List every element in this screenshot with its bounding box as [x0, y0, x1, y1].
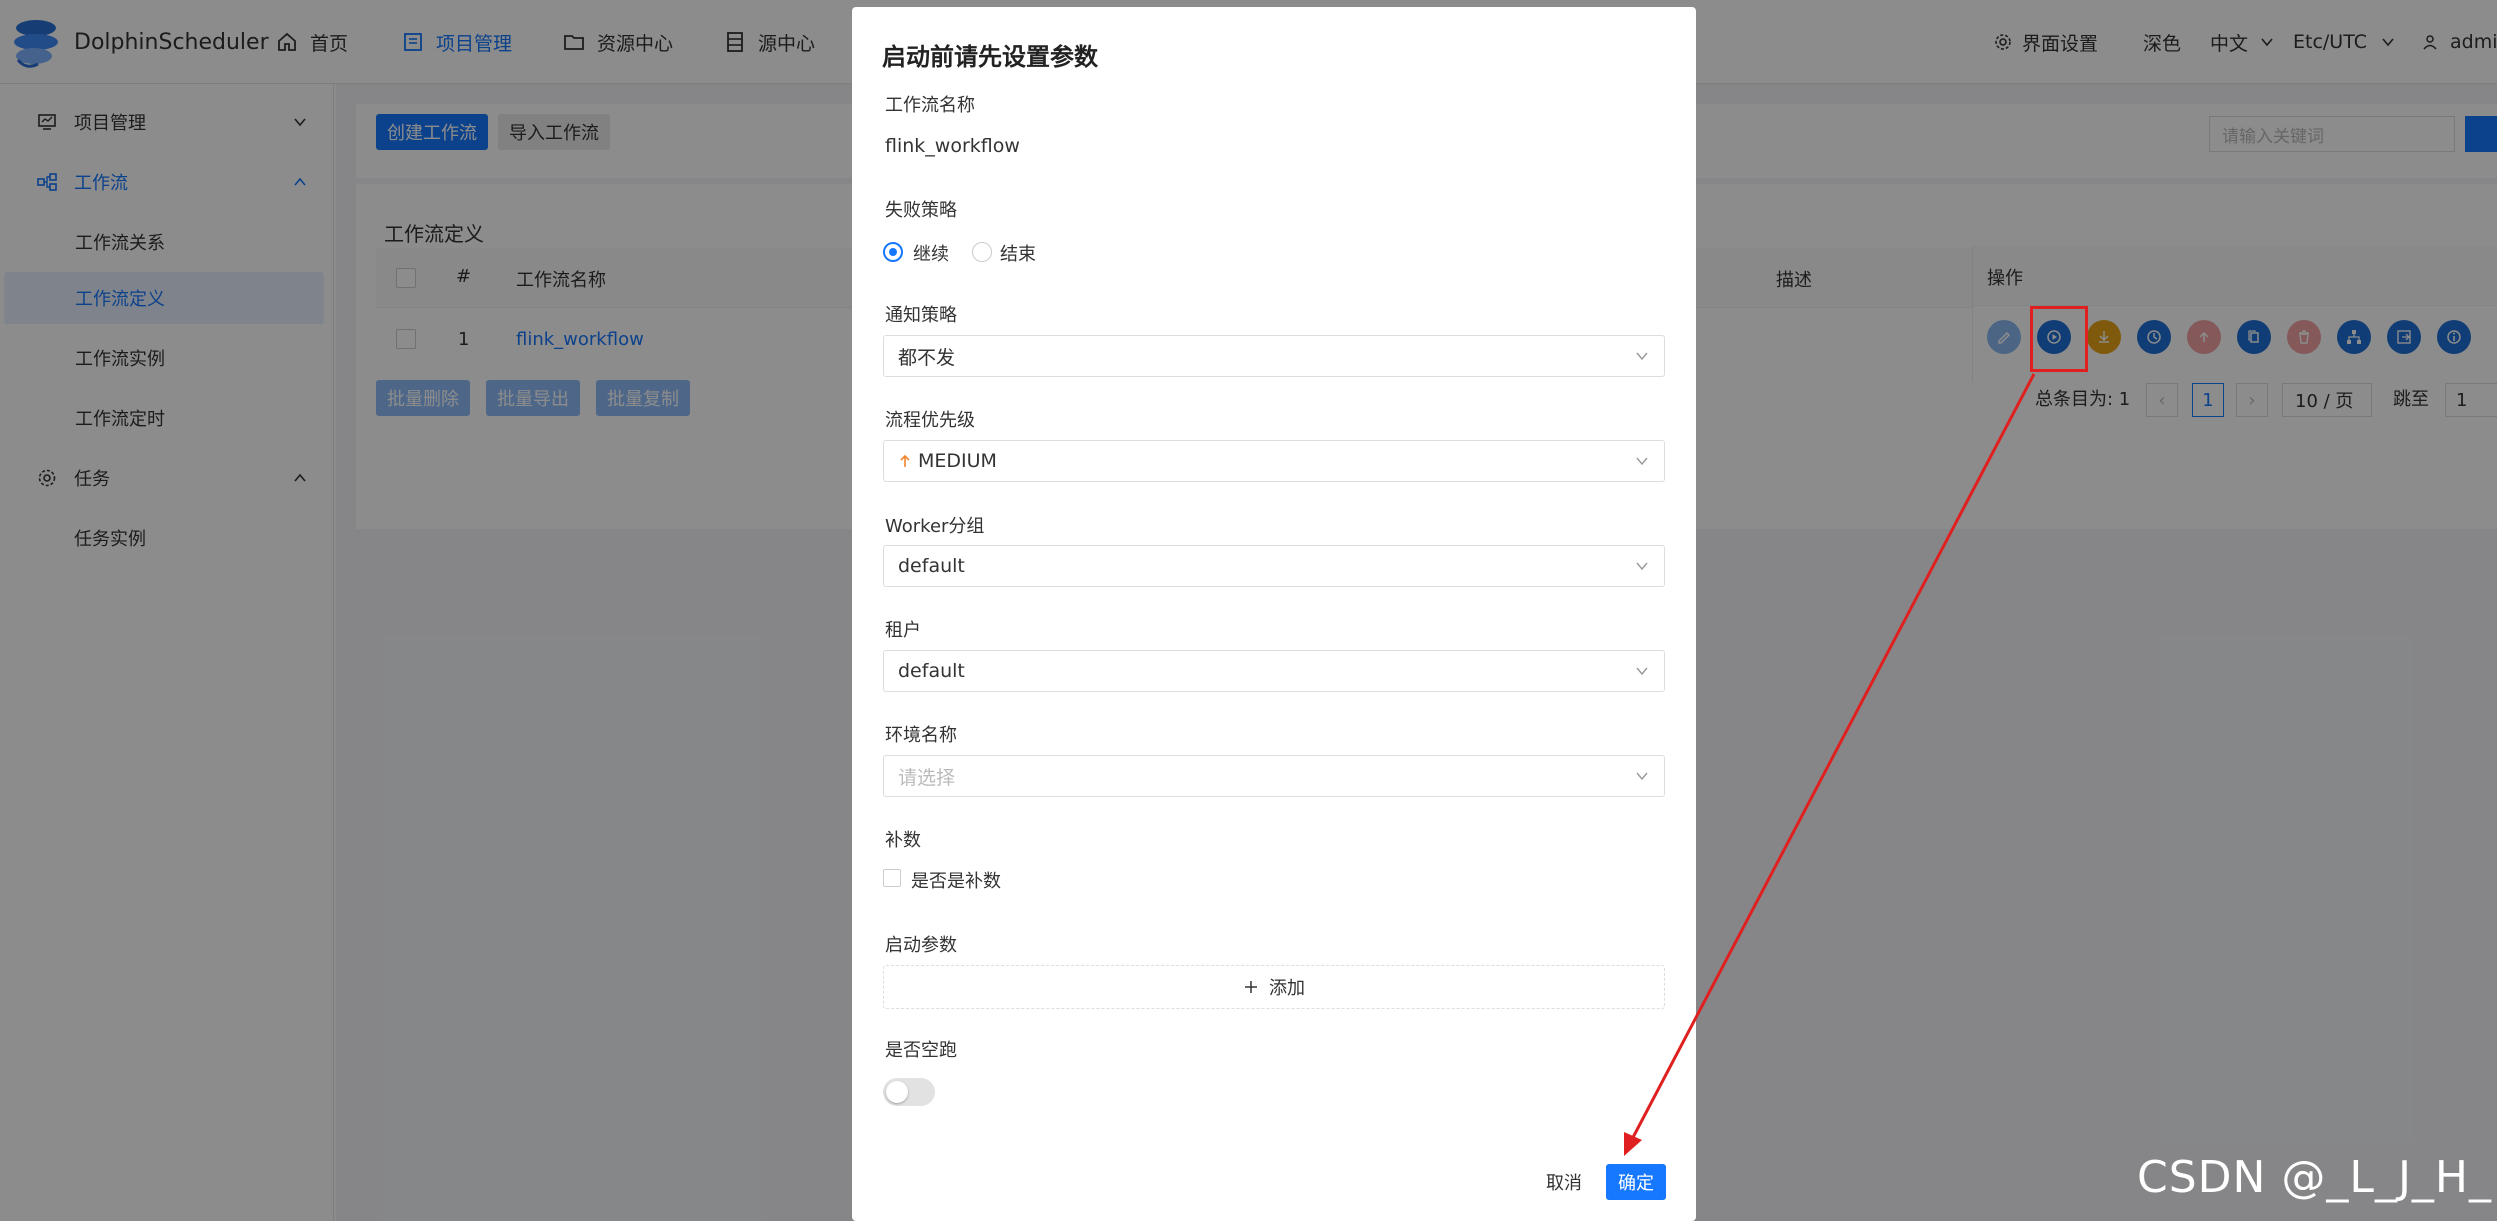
radio-end-dot [972, 242, 992, 262]
add-param-label: 添加 [1269, 978, 1305, 999]
environment-label: 环境名称 [885, 725, 957, 746]
notify-strategy-value: 都不发 [898, 346, 956, 369]
modal-title: 启动前请先设置参数 [882, 43, 1098, 71]
radio-continue-label: 继续 [913, 244, 949, 265]
failure-strategy-label: 失败策略 [885, 200, 957, 221]
start-params-modal: 启动前请先设置参数 工作流名称 flink_workflow 失败策略 继续 结… [852, 7, 1696, 1221]
environment-placeholder: 请选择 [898, 766, 956, 789]
worker-group-select[interactable]: default [883, 545, 1665, 587]
plus-icon [1243, 979, 1259, 995]
tenant-select[interactable]: default [883, 650, 1665, 692]
complement-checkbox-box [883, 869, 901, 887]
complement-checkbox-label: 是否是补数 [911, 871, 1001, 892]
tenant-label: 租户 [885, 620, 921, 641]
worker-group-value: default [898, 555, 965, 577]
workflow-name-value: flink_workflow [885, 135, 1020, 157]
tenant-value: default [898, 660, 965, 682]
notify-strategy-select[interactable]: 都不发 [883, 335, 1665, 377]
workflow-name-label: 工作流名称 [885, 95, 975, 116]
chevron-down-icon [1636, 772, 1648, 781]
chevron-down-icon [1636, 457, 1648, 466]
chevron-down-icon [1636, 667, 1648, 676]
priority-select[interactable]: MEDIUM [883, 440, 1665, 482]
radio-end-label: 结束 [1000, 244, 1036, 265]
chevron-down-icon [1636, 562, 1648, 571]
priority-label: 流程优先级 [885, 410, 975, 431]
add-param-button[interactable]: 添加 [883, 965, 1665, 1009]
worker-group-label: Worker分组 [885, 516, 985, 537]
annotation-highlight-box [2030, 306, 2088, 372]
complement-checkbox[interactable]: 是否是补数 [883, 867, 1023, 892]
dry-run-switch[interactable] [883, 1078, 935, 1106]
dry-run-label: 是否空跑 [885, 1040, 957, 1061]
switch-knob [886, 1081, 908, 1103]
radio-continue-dot [883, 242, 903, 262]
chevron-down-icon [1636, 352, 1648, 361]
radio-continue[interactable]: 继续 [883, 240, 963, 266]
confirm-button[interactable]: 确定 [1606, 1164, 1666, 1200]
startup-params-label: 启动参数 [885, 935, 957, 956]
watermark: CSDN @_L_J_H_ [2137, 1152, 2493, 1203]
radio-end[interactable]: 结束 [972, 240, 1052, 266]
environment-select[interactable]: 请选择 [883, 755, 1665, 797]
cancel-button[interactable]: 取消 [1534, 1164, 1594, 1200]
arrow-up-icon [898, 453, 912, 469]
priority-value: MEDIUM [918, 450, 997, 472]
notify-strategy-label: 通知策略 [885, 305, 957, 326]
complement-label: 补数 [885, 830, 921, 851]
